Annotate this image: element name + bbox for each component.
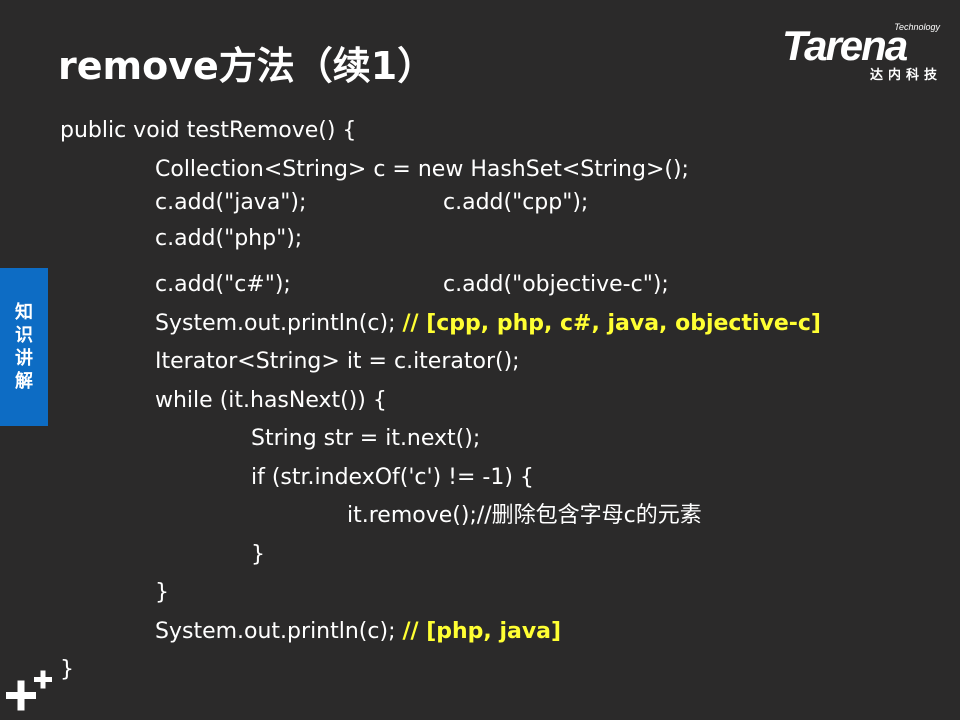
code-line: if (str.indexOf('c') != -1) {: [60, 459, 940, 498]
code-text: Collection<String> c = new HashSet<Strin…: [155, 156, 689, 182]
code-line: c.add("php");: [60, 224, 940, 266]
side-tab-char: 识: [15, 325, 33, 346]
code-line: while (it.hasNext()) {: [60, 382, 940, 421]
logo-chinese-text: 达内科技: [869, 68, 942, 83]
code-line: public void testRemove() {: [60, 112, 940, 151]
side-tab-char: 知: [15, 302, 33, 323]
slide: remove方法（续1） Technology Tarena 达内科技 知 识 …: [0, 0, 960, 720]
code-text: String str = it.next();: [251, 426, 481, 451]
code-text: c.add("c#");: [155, 272, 291, 297]
code-line: c.add("c#"); c.add("objective-c");: [60, 266, 940, 305]
code-line: }: [60, 574, 940, 613]
code-text: c.add("cpp");: [443, 190, 589, 215]
plus-logo-icon: [6, 670, 52, 711]
code-line: Iterator<String> it = c.iterator();: [60, 343, 940, 382]
side-tab-char: 讲: [15, 348, 33, 369]
code-text: if (str.indexOf('c') != -1) {: [251, 464, 534, 490]
code-line: c.add("java"); c.add("cpp");: [60, 189, 940, 224]
code-line: }: [60, 536, 940, 575]
code-text: Iterator<String> it = c.iterator();: [155, 349, 520, 374]
code-text: it.remove();//删除包含字母c的元素: [347, 503, 702, 528]
code-text: while (it.hasNext()) {: [155, 387, 387, 413]
code-text: }: [60, 657, 74, 682]
code-line: it.remove();//删除包含字母c的元素: [60, 497, 940, 536]
code-text: System.out.println(c);: [155, 618, 396, 644]
code-comment: // [cpp, php, c#, java, objective-c]: [402, 310, 821, 336]
code-comment: // [php, java]: [402, 618, 562, 644]
code-line: }: [60, 651, 940, 690]
code-line: Collection<String> c = new HashSet<Strin…: [60, 151, 940, 190]
code-text: public void testRemove() {: [60, 118, 357, 143]
code-text: System.out.println(c);: [155, 310, 396, 336]
logo-brand-text: Tarena: [782, 22, 908, 69]
slide-title: remove方法（续1）: [58, 44, 436, 88]
knowledge-tab: 知 识 讲 解: [0, 268, 48, 426]
side-tab-char: 解: [15, 371, 33, 392]
code-text: c.add("java");: [155, 190, 307, 215]
code-text: }: [251, 541, 265, 567]
code-line: System.out.println(c); // [php, java]: [60, 613, 940, 652]
code-text: }: [155, 580, 169, 605]
tarena-logo: Technology Tarena 达内科技: [780, 22, 948, 86]
code-text: c.add("php");: [155, 226, 303, 251]
code-text: c.add("objective-c");: [443, 272, 669, 297]
code-line: String str = it.next();: [60, 420, 940, 459]
code-block: public void testRemove() { Collection<St…: [60, 112, 940, 690]
code-line: System.out.println(c); // [cpp, php, c#,…: [60, 305, 940, 344]
